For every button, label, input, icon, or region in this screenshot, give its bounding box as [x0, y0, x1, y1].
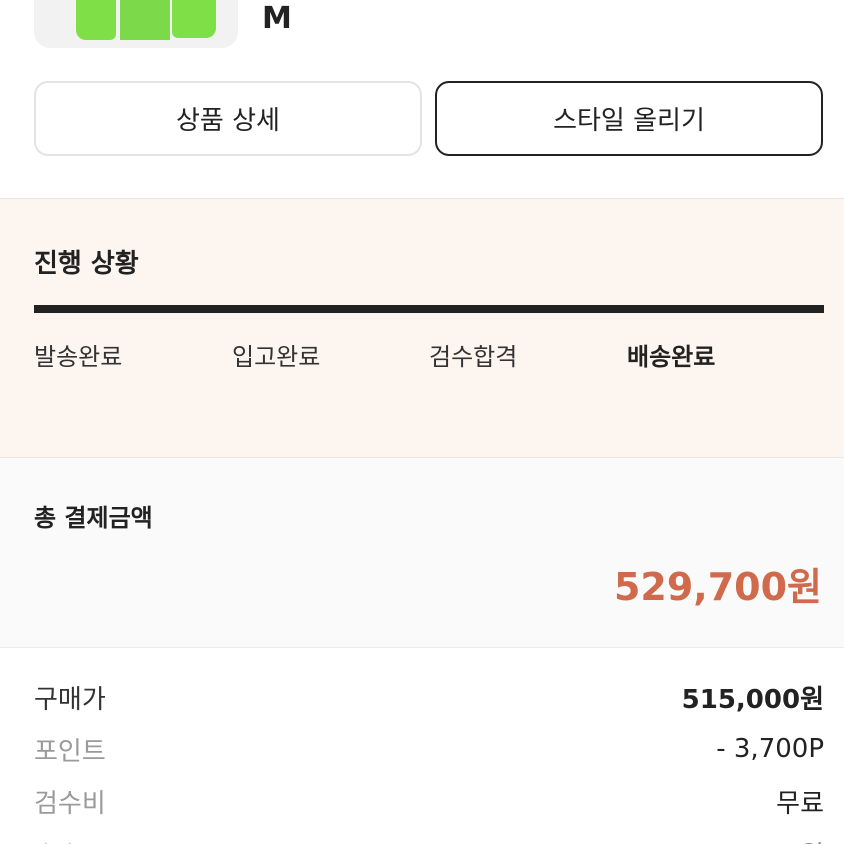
- detail-label: 수수료: [34, 835, 106, 844]
- step-received: 입고완료: [232, 343, 321, 371]
- post-style-button[interactable]: 스타일 올리기: [435, 81, 823, 156]
- step-delivered: 배송완료: [627, 343, 716, 371]
- detail-value: 무료: [776, 788, 824, 819]
- product-thumbnail[interactable]: [34, 0, 238, 48]
- product-image-shape: [120, 0, 170, 40]
- detail-label: 검수비: [34, 788, 106, 819]
- detail-value: 515,000원: [681, 684, 824, 715]
- total-payment-section: 총 결제금액 529,700원: [0, 458, 844, 648]
- product-image-shape: [172, 0, 216, 38]
- detail-row-purchase-price: 구매가 515,000원: [34, 677, 824, 717]
- step-shipped: 발송완료: [34, 343, 123, 371]
- product-image-shape: [76, 0, 116, 40]
- detail-row-commission: 수수료 15,400원: [34, 833, 824, 844]
- total-payment-amount: 529,700원: [613, 565, 822, 609]
- detail-row-inspection-fee: 검수비 무료: [34, 781, 824, 821]
- detail-value: 15,400원: [709, 835, 824, 844]
- progress-title: 진행 상황: [34, 249, 139, 279]
- product-size: M: [262, 1, 292, 36]
- step-inspection-passed: 검수합격: [429, 343, 518, 371]
- total-payment-label: 총 결제금액: [34, 504, 153, 532]
- detail-label: 포인트: [34, 736, 106, 767]
- progress-bar: [34, 305, 824, 313]
- detail-row-points: 포인트 - 3,700P: [34, 729, 824, 769]
- detail-value: - 3,700P: [716, 734, 824, 764]
- detail-label: 구매가: [34, 684, 106, 715]
- product-detail-button[interactable]: 상품 상세: [34, 81, 422, 156]
- progress-section: 진행 상황 발송완료 입고완료 검수합격 배송완료: [0, 198, 844, 458]
